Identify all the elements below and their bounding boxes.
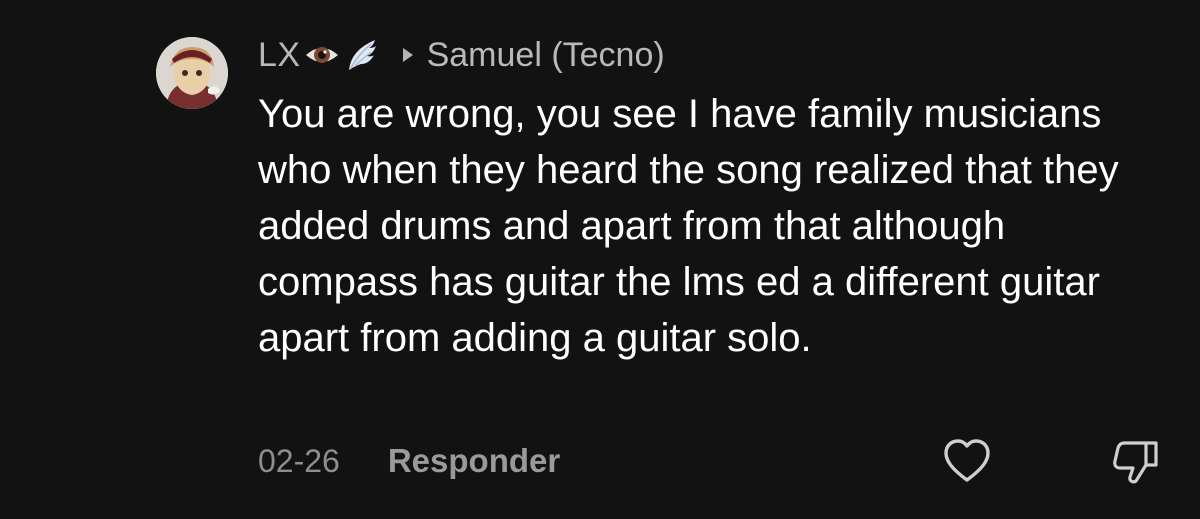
reply-to-username[interactable]: Samuel (Tecno) [427, 36, 665, 75]
eye-icon [303, 36, 341, 74]
reply-arrow-icon [402, 48, 413, 62]
heart-outline-icon [944, 439, 990, 482]
thumbs-down-outline-icon [1113, 441, 1158, 484]
username[interactable]: LX [258, 36, 301, 75]
avatar-image [156, 37, 228, 109]
comment: LX Samuel (Tecno) You are wrong, you see… [0, 0, 1200, 519]
reply-button[interactable]: Responder [388, 442, 560, 480]
comment-header: LX Samuel (Tecno) [258, 30, 665, 80]
avatar[interactable] [156, 37, 228, 109]
comment-text: You are wrong, you see I have family mus… [258, 92, 1119, 360]
comment-footer: 02-26 Responder [258, 438, 560, 484]
wing-icon [343, 36, 381, 74]
dislike-button[interactable] [1110, 437, 1162, 487]
timestamp: 02-26 [258, 442, 340, 479]
like-button[interactable] [942, 437, 992, 485]
